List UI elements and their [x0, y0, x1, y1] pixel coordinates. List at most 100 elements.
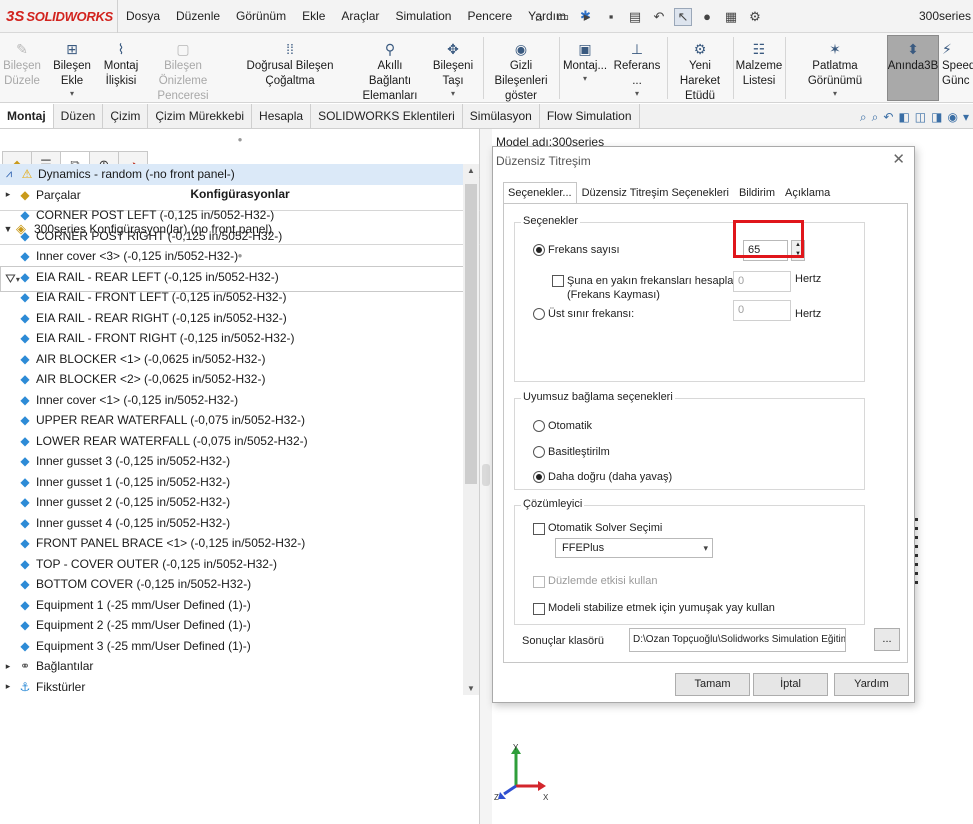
upper-frequency-input[interactable]: 0: [733, 300, 791, 321]
simplified-radio[interactable]: Basitleştirilm: [533, 446, 610, 458]
print-icon[interactable]: ▤: [626, 8, 644, 26]
undo-icon[interactable]: ↶: [650, 8, 668, 26]
gear-icon[interactable]: ⚙: [746, 8, 764, 26]
browse-button[interactable]: ...: [874, 628, 900, 651]
new-motion-study-button[interactable]: ⚙ Yeni Hareket Etüdü: [670, 39, 730, 104]
panel-splitter[interactable]: [480, 129, 492, 824]
expand-arrow-icon[interactable]: ▸: [0, 189, 16, 200]
view-orientation-icon[interactable]: ◫: [915, 110, 926, 124]
display-style-icon[interactable]: ◨: [931, 110, 942, 124]
tree-part-item[interactable]: ◆ AIR BLOCKER <2> (-0,0625 in/5052-H32-): [0, 369, 463, 390]
edit-component-button[interactable]: ✎ Bileşen Düzele: [3, 39, 41, 89]
menu-simulation[interactable]: Simulation: [387, 0, 459, 33]
auto-radio[interactable]: Otomatik: [533, 420, 592, 432]
zoom-area-icon[interactable]: ⌕: [872, 110, 879, 125]
tab-addins[interactable]: SOLIDWORKS Eklentileri: [311, 104, 463, 128]
tab-notification[interactable]: Bildirim: [733, 182, 780, 204]
tree-part-item[interactable]: ◆ CORNER POST RIGHT (-0,125 in/5052-H32-): [0, 226, 463, 247]
section-view-icon[interactable]: ◧: [898, 110, 909, 124]
tree-part-item[interactable]: ◆ EIA RAIL - FRONT LEFT (-0,125 in/5052-H…: [0, 287, 463, 308]
menu-window[interactable]: Pencere: [459, 0, 520, 33]
tree-part-item[interactable]: ◆ CORNER POST LEFT (-0,125 in/5052-H32-): [0, 205, 463, 226]
chevron-down-icon[interactable]: ▾: [963, 110, 969, 124]
tree-part-item[interactable]: ◆ Equipment 2 (-25 mm/User Defined (1)-): [0, 615, 463, 636]
tree-part-item[interactable]: ◆ UPPER REAR WATERFALL (-0,075 in/5052-H3…: [0, 410, 463, 431]
tree-part-item[interactable]: ◆ BOTTOM COVER (-0,125 in/5052-H32-): [0, 574, 463, 595]
tab-simulation[interactable]: Simülasyon: [462, 104, 540, 128]
tree-part-item[interactable]: ◆ Equipment 3 (-25 mm/User Defined (1)-): [0, 636, 463, 657]
linear-pattern-button[interactable]: ⁞⁞ Doğrusal Bileşen Çoğaltma: [227, 39, 353, 89]
tab-assembly[interactable]: Montaj: [0, 104, 54, 128]
tree-part-item[interactable]: ◆ Equipment 1 (-25 mm/User Defined (1)-): [0, 595, 463, 616]
tree-part-item[interactable]: ◆ Inner gusset 3 (-0,125 in/5052-H32-): [0, 451, 463, 472]
tree-part-item[interactable]: ◆ Inner gusset 1 (-0,125 in/5052-H32-): [0, 472, 463, 493]
nearest-frequency-checkbox[interactable]: Şuna en yakın frekansları hesapla: (Frek…: [552, 274, 736, 302]
tab-options[interactable]: Seçenekler...: [503, 182, 577, 204]
tab-markup[interactable]: Çizim Mürekkebi: [148, 104, 253, 128]
zoom-fit-icon[interactable]: ⌕: [860, 110, 867, 125]
previous-view-icon[interactable]: ↶: [883, 110, 893, 124]
scrollbar-thumb[interactable]: [465, 184, 477, 484]
tree-root-study[interactable]: ⩘ ⚠ Dynamics - random (-no front panel-): [0, 164, 463, 185]
smart-fasteners-button[interactable]: ⚲ Akıllı Bağlantı Elemanları: [358, 39, 422, 104]
menu-file[interactable]: Dosya: [118, 0, 168, 33]
tree-part-item[interactable]: ◆ EIA RAIL - FRONT RIGHT (-0,125 in/5052-…: [0, 328, 463, 349]
chevron-down-icon[interactable]: ▼: [463, 684, 479, 693]
close-icon[interactable]: ✕: [892, 150, 905, 168]
tab-evaluate[interactable]: Hesapla: [252, 104, 312, 128]
instant3d-button[interactable]: ⬍ Anında3B: [887, 39, 939, 74]
tree-part-item[interactable]: ◆ Inner gusset 2 (-0,125 in/5052-H32-): [0, 492, 463, 513]
component-preview-button[interactable]: ▢ Bileşen Önizleme Penceresi: [143, 39, 223, 104]
tree-part-item[interactable]: ◆ EIA RAIL - REAR LEFT (-0,125 in/5052-H3…: [0, 267, 463, 288]
tab-description[interactable]: Açıklama: [780, 182, 836, 204]
panel-grip[interactable]: ●: [0, 135, 480, 144]
speedpak-button[interactable]: ⚡ Speed Günc: [942, 39, 973, 89]
menu-edit[interactable]: Düzenle: [168, 0, 228, 33]
insert-component-button[interactable]: ⊞ Bileşen Ekle ▾: [44, 39, 100, 99]
solver-select[interactable]: FFEPlus ▾: [555, 538, 713, 558]
tree-fixtures-folder[interactable]: ▸ ⚓ Fikstürler: [0, 677, 463, 696]
more-accurate-radio[interactable]: Daha doğru (daha yavaş): [533, 471, 672, 483]
results-folder-input[interactable]: D:\Ozan Topçuoğlu\Solidworks Simulation …: [629, 628, 846, 652]
tree-part-item[interactable]: ◆ Inner cover <3> (-0,125 in/5052-H32-): [0, 246, 463, 267]
menu-tools[interactable]: Araçlar: [333, 0, 387, 33]
tab-sketch[interactable]: Çizim: [103, 104, 149, 128]
menu-insert[interactable]: Ekle: [294, 0, 333, 33]
tree-part-item[interactable]: ◆ FRONT PANEL BRACE <1> (-0,125 in/5052-H…: [0, 533, 463, 554]
save-icon[interactable]: ▪: [602, 8, 620, 26]
tree-part-item[interactable]: ◆ LOWER REAR WATERFALL (-0,075 in/5052-H3…: [0, 431, 463, 452]
exploded-view-button[interactable]: ✶ Patlatma Görünümü ▾: [788, 39, 882, 99]
splitter-handle[interactable]: [482, 464, 490, 486]
tab-random-vibration-options[interactable]: Düzensiz Titreşim Seçenekleri: [576, 182, 734, 204]
upper-frequency-radio[interactable]: Üst sınır frekansı:: [533, 308, 634, 320]
solidworks-logo[interactable]: 3S SOLIDWORKS: [0, 0, 118, 33]
menu-view[interactable]: Görünüm: [228, 0, 294, 33]
expand-arrow-icon[interactable]: ▸: [0, 661, 16, 672]
chevron-up-icon[interactable]: ▲: [463, 166, 479, 175]
mate-button[interactable]: ⌇ Montaj İlişkisi: [103, 39, 139, 89]
tree-part-item[interactable]: ◆ AIR BLOCKER <1> (-0,0625 in/5052-H32-): [0, 349, 463, 370]
show-hidden-components-button[interactable]: ◉ Gizli Bileşenleri göster: [486, 39, 556, 104]
reference-geometry-button[interactable]: ⊥ Referans ... ▾: [610, 39, 664, 99]
hide-show-icon[interactable]: ◉: [947, 110, 957, 124]
frequency-count-radio[interactable]: Frekans sayısı: [533, 244, 620, 256]
nearest-frequency-input[interactable]: 0: [733, 271, 791, 292]
file-props-icon[interactable]: ▦: [722, 8, 740, 26]
tree-part-item[interactable]: ◆ EIA RAIL - REAR RIGHT (-0,125 in/5052-H…: [0, 308, 463, 329]
soft-spring-checkbox[interactable]: Modeli stabilize etmek için yumuşak yay …: [533, 602, 775, 615]
assembly-features-button[interactable]: ▣ Montaj... ▾: [562, 39, 608, 84]
bill-of-materials-button[interactable]: ☷ Malzeme Listesi: [736, 39, 783, 89]
open-icon[interactable]: ▸: [578, 8, 596, 26]
help-button[interactable]: Yardım: [834, 673, 909, 696]
new-file-icon[interactable]: ▭: [554, 8, 572, 26]
tree-part-item[interactable]: ◆ Inner cover <1> (-0,125 in/5052-H32-): [0, 390, 463, 411]
cancel-button[interactable]: İptal: [753, 673, 828, 696]
tree-part-item[interactable]: ◆ TOP - COVER OUTER (-0,125 in/5052-H32-): [0, 554, 463, 575]
tree-parts-folder[interactable]: ▸ ◆ Parçalar: [0, 185, 463, 206]
inplane-effect-checkbox[interactable]: Düzlemde etkisi kullan: [533, 575, 657, 588]
traffic-light-icon[interactable]: ●: [698, 8, 716, 26]
ok-button[interactable]: Tamam: [675, 673, 750, 696]
auto-solver-checkbox[interactable]: Otomatik Solver Seçimi: [533, 522, 662, 535]
move-component-button[interactable]: ✥ Bileşeni Taşı ▾: [425, 39, 481, 99]
tab-layout[interactable]: Düzen: [53, 104, 104, 128]
